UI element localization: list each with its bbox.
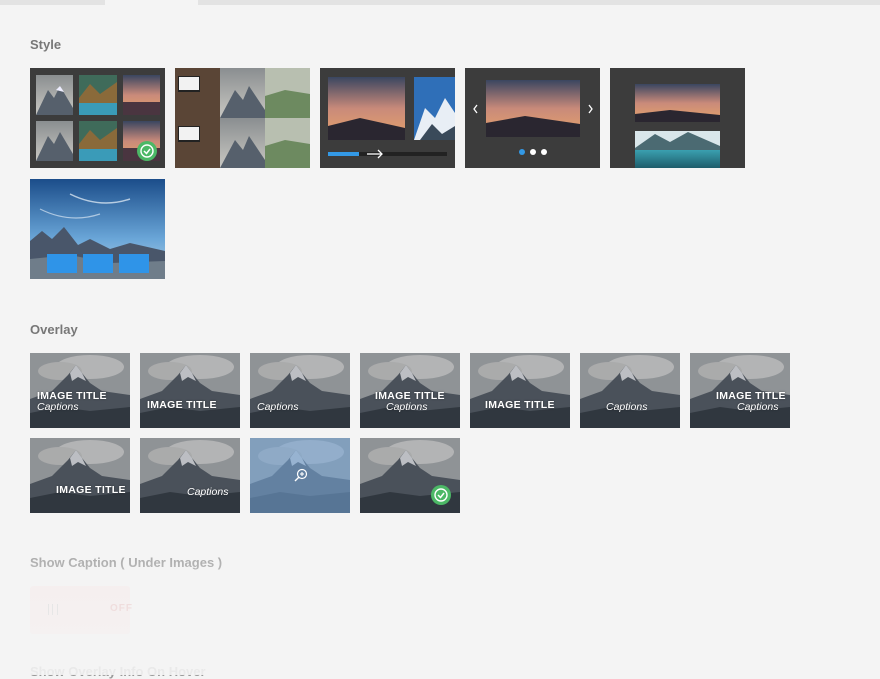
overlay-option-title-center[interactable]: IMAGE TITLE	[470, 353, 570, 428]
toggle-grip-icon	[48, 604, 58, 615]
overlay-caption: Captions	[257, 401, 299, 413]
overlay-option-title-caption-right[interactable]: IMAGE TITLE Captions	[690, 353, 790, 428]
scroll-fade	[0, 520, 880, 675]
check-icon	[431, 485, 451, 505]
overlay-caption: Captions	[737, 401, 779, 413]
tab-active[interactable]	[105, 0, 198, 5]
tab-bar	[0, 0, 880, 5]
style-option-grid[interactable]	[30, 68, 165, 168]
toggle-state-label: OFF	[110, 603, 133, 614]
style-option-thumbnails[interactable]	[30, 179, 165, 279]
overlay-image-title: IMAGE TITLE	[147, 399, 217, 411]
overlay-option-zoom[interactable]	[250, 438, 350, 513]
overlay-caption: Captions	[187, 486, 229, 498]
show-overlay-hover-heading: Show Overlay Info On Hover	[30, 664, 206, 679]
style-option-carousel[interactable]	[320, 68, 455, 168]
overlay-heading: Overlay	[30, 322, 78, 337]
style-option-masonry[interactable]	[175, 68, 310, 168]
overlay-image-title: IMAGE TITLE	[56, 484, 126, 496]
check-icon	[137, 141, 157, 161]
style-option-vertical[interactable]	[610, 68, 745, 168]
overlay-caption: Captions	[37, 401, 79, 413]
overlay-option-title-caption-center[interactable]: IMAGE TITLE Captions	[360, 353, 460, 428]
style-option-slider[interactable]	[465, 68, 600, 168]
overlay-option-caption-left[interactable]: Captions	[250, 353, 350, 428]
overlay-option-caption-right[interactable]: Captions	[140, 438, 240, 513]
overlay-caption: Captions	[606, 401, 648, 413]
zoom-overlay	[250, 438, 350, 513]
overlay-option-title-left[interactable]: IMAGE TITLE	[140, 353, 240, 428]
overlay-caption: Captions	[386, 401, 428, 413]
overlay-option-caption-center[interactable]: Captions	[580, 353, 680, 428]
overlay-option-title-right[interactable]: IMAGE TITLE	[30, 438, 130, 513]
overlay-option-fade[interactable]	[360, 438, 460, 513]
show-caption-toggle[interactable]: OFF	[30, 586, 133, 634]
zoom-in-icon	[294, 468, 308, 482]
style-heading: Style	[30, 37, 62, 52]
show-caption-heading: Show Caption ( Under Images )	[30, 555, 223, 570]
overlay-option-title-caption-left[interactable]: IMAGE TITLE Captions	[30, 353, 130, 428]
overlay-image-title: IMAGE TITLE	[485, 399, 555, 411]
